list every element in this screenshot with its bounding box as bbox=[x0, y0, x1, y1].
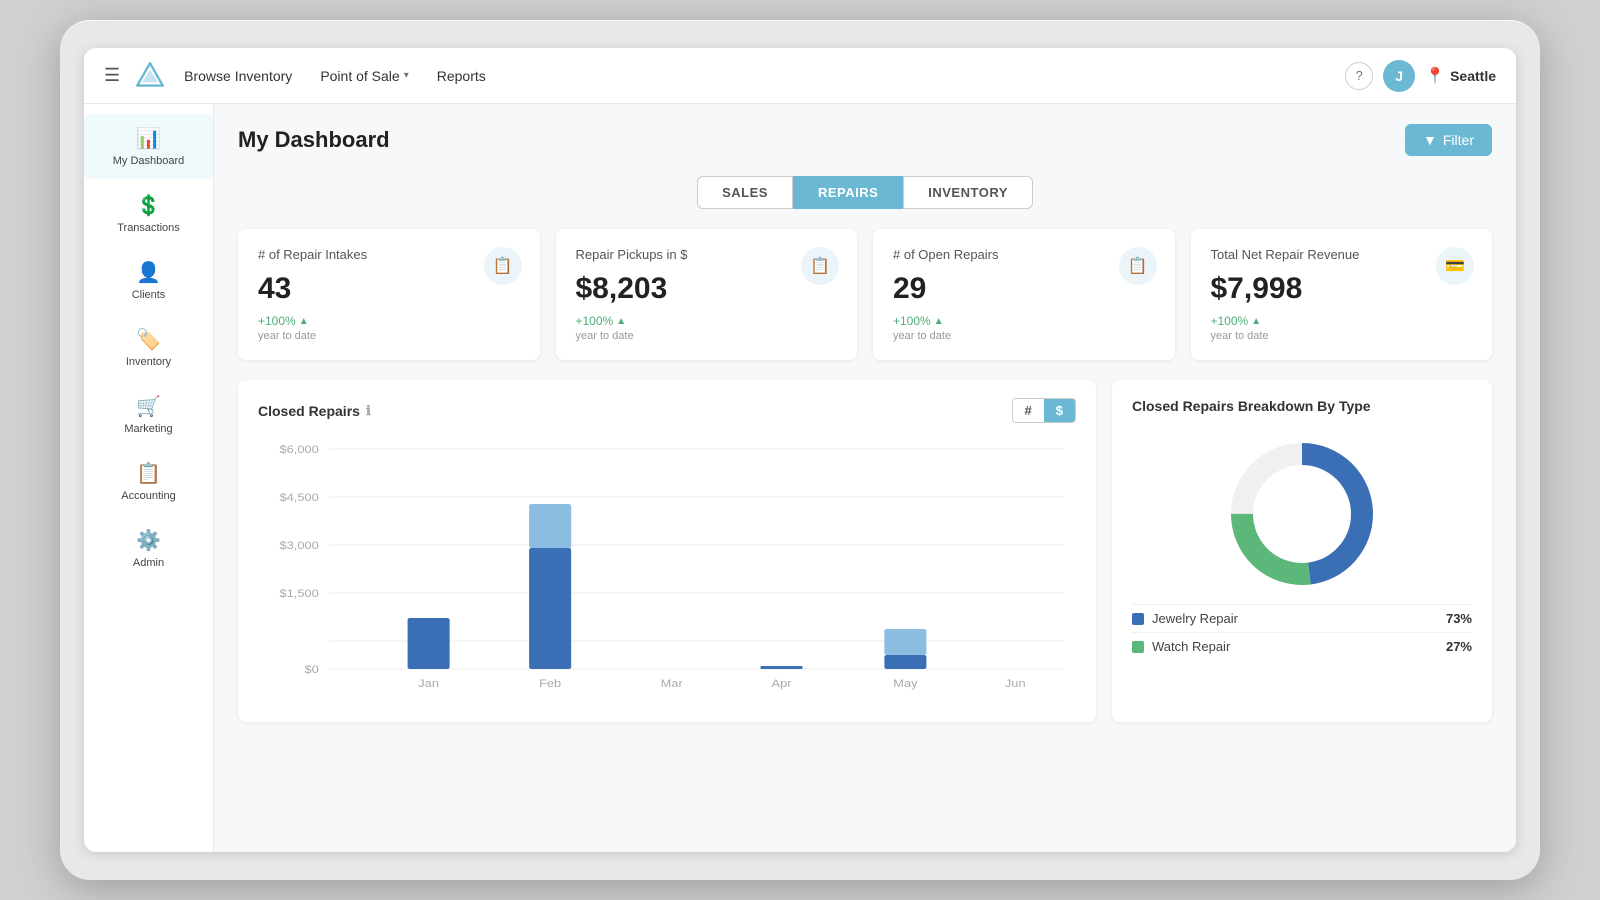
chart-toggle: # $ bbox=[1012, 398, 1076, 423]
nav-right: ? J 📍 Seattle bbox=[1345, 60, 1496, 92]
svg-text:$1,500: $1,500 bbox=[279, 587, 319, 600]
donut-chart-card: Closed Repairs Breakdown By Type bbox=[1112, 380, 1492, 722]
sidebar: 📊 My Dashboard 💲 Transactions 👤 Clients … bbox=[84, 104, 214, 852]
chart-toggle-dollar[interactable]: $ bbox=[1044, 399, 1075, 422]
sidebar-item-admin[interactable]: ⚙️ Admin bbox=[84, 516, 213, 581]
transactions-icon: 💲 bbox=[136, 193, 161, 218]
inventory-icon: 🏷️ bbox=[136, 327, 161, 352]
sidebar-item-my-dashboard[interactable]: 📊 My Dashboard bbox=[84, 114, 213, 179]
tab-sales[interactable]: SALES bbox=[697, 176, 793, 209]
content-area: My Dashboard ▼ Filter SALES REPAIRS INVE… bbox=[214, 104, 1516, 852]
marketing-icon: 🛒 bbox=[136, 394, 161, 419]
admin-icon: ⚙️ bbox=[136, 528, 161, 553]
stat-cards: 📋 # of Repair Intakes 43 +100% ▲ year to… bbox=[238, 229, 1492, 360]
svg-text:$3,000: $3,000 bbox=[279, 539, 319, 552]
legend-jewelry: Jewelry Repair 73% bbox=[1132, 604, 1472, 632]
tab-row: SALES REPAIRS INVENTORY bbox=[238, 176, 1492, 209]
sidebar-item-inventory[interactable]: 🏷️ Inventory bbox=[84, 315, 213, 380]
donut-svg bbox=[1222, 434, 1382, 594]
nav-links: Browse Inventory Point of Sale ▾ Reports bbox=[184, 68, 1345, 84]
bar-chart-svg: $6,000 $4,500 $3,000 $1,500 $0 Jan bbox=[258, 439, 1076, 699]
device-frame: ☰ Browse Inventory Point of Sale ▾ Repor… bbox=[60, 20, 1540, 880]
svg-text:$4,500: $4,500 bbox=[279, 491, 319, 504]
main-area: 📊 My Dashboard 💲 Transactions 👤 Clients … bbox=[84, 104, 1516, 852]
user-avatar-button[interactable]: J bbox=[1383, 60, 1415, 92]
tab-inventory[interactable]: INVENTORY bbox=[903, 176, 1033, 209]
nav-browse-inventory[interactable]: Browse Inventory bbox=[184, 68, 292, 84]
sidebar-item-clients[interactable]: 👤 Clients bbox=[84, 248, 213, 313]
chart-header: Closed Repairs ℹ # $ bbox=[258, 398, 1076, 423]
location-selector[interactable]: 📍 Seattle bbox=[1425, 66, 1496, 86]
repair-pickups-icon: 📋 bbox=[801, 247, 839, 285]
jewelry-pct: 73% bbox=[1446, 611, 1472, 626]
sidebar-item-transactions[interactable]: 💲 Transactions bbox=[84, 181, 213, 246]
app-logo bbox=[134, 60, 166, 92]
repair-intakes-icon: 📋 bbox=[484, 247, 522, 285]
top-nav: ☰ Browse Inventory Point of Sale ▾ Repor… bbox=[84, 48, 1516, 104]
stat-card-repair-pickups: 📋 Repair Pickups in $ $8,203 +100% ▲ yea… bbox=[556, 229, 858, 360]
filter-icon: ▼ bbox=[1423, 132, 1437, 148]
stat-card-open-repairs: 📋 # of Open Repairs 29 +100% ▲ year to d… bbox=[873, 229, 1175, 360]
svg-text:Apr: Apr bbox=[772, 677, 792, 690]
dashboard-icon: 📊 bbox=[136, 126, 161, 151]
tab-repairs[interactable]: REPAIRS bbox=[793, 176, 903, 209]
watch-legend-dot bbox=[1132, 641, 1144, 653]
svg-text:$0: $0 bbox=[304, 663, 319, 676]
help-button[interactable]: ? bbox=[1345, 62, 1373, 90]
sidebar-item-accounting[interactable]: 📋 Accounting bbox=[84, 449, 213, 514]
stat-card-repair-intakes: 📋 # of Repair Intakes 43 +100% ▲ year to… bbox=[238, 229, 540, 360]
chart-info-icon: ℹ bbox=[366, 403, 371, 419]
net-revenue-icon: 💳 bbox=[1436, 247, 1474, 285]
nav-reports[interactable]: Reports bbox=[437, 68, 486, 84]
open-repairs-icon: 📋 bbox=[1119, 247, 1157, 285]
watch-pct: 27% bbox=[1446, 639, 1472, 654]
hamburger-icon[interactable]: ☰ bbox=[104, 65, 120, 86]
chart-title: Closed Repairs ℹ bbox=[258, 403, 371, 419]
chart-toggle-hash[interactable]: # bbox=[1013, 399, 1044, 422]
open-repairs-change: +100% ▲ bbox=[893, 314, 1155, 328]
svg-text:Jan: Jan bbox=[418, 677, 439, 690]
svg-text:May: May bbox=[893, 677, 917, 690]
repair-pickups-change: +100% ▲ bbox=[576, 314, 838, 328]
nav-point-of-sale[interactable]: Point of Sale ▾ bbox=[320, 68, 408, 84]
page-title: My Dashboard bbox=[238, 127, 390, 153]
svg-text:Feb: Feb bbox=[539, 677, 562, 690]
jewelry-legend-dot bbox=[1132, 613, 1144, 625]
point-of-sale-arrow: ▾ bbox=[404, 70, 409, 81]
charts-row: Closed Repairs ℹ # $ bbox=[238, 380, 1492, 722]
stat-card-net-revenue: 💳 Total Net Repair Revenue $7,998 +100% … bbox=[1191, 229, 1493, 360]
app-window: ☰ Browse Inventory Point of Sale ▾ Repor… bbox=[84, 48, 1516, 852]
sidebar-item-marketing[interactable]: 🛒 Marketing bbox=[84, 382, 213, 447]
svg-text:Mar: Mar bbox=[661, 677, 683, 690]
svg-text:$6,000: $6,000 bbox=[279, 443, 319, 456]
location-icon: 📍 bbox=[1425, 66, 1445, 86]
net-revenue-change: +100% ▲ bbox=[1211, 314, 1473, 328]
repair-intakes-change: +100% ▲ bbox=[258, 314, 520, 328]
content-header: My Dashboard ▼ Filter bbox=[238, 124, 1492, 156]
accounting-icon: 📋 bbox=[136, 461, 161, 486]
legend-watch: Watch Repair 27% bbox=[1132, 632, 1472, 660]
svg-text:Jun: Jun bbox=[1005, 677, 1026, 690]
donut-chart-header: Closed Repairs Breakdown By Type bbox=[1132, 398, 1472, 414]
closed-repairs-chart-card: Closed Repairs ℹ # $ bbox=[238, 380, 1096, 722]
donut-container bbox=[1132, 434, 1472, 594]
filter-button[interactable]: ▼ Filter bbox=[1405, 124, 1492, 156]
clients-icon: 👤 bbox=[136, 260, 161, 285]
donut-chart-title: Closed Repairs Breakdown By Type bbox=[1132, 398, 1371, 414]
